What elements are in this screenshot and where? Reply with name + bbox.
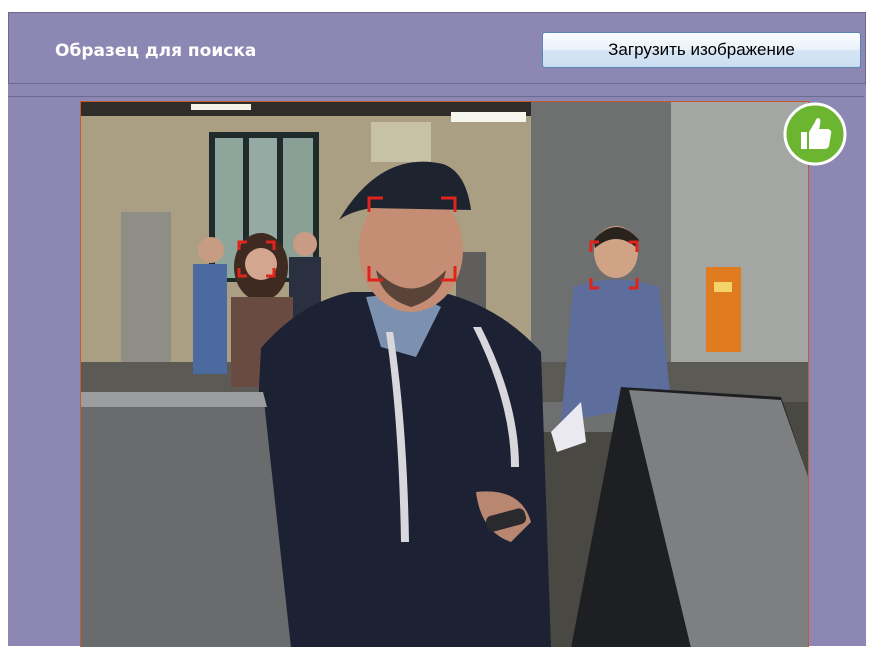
thumbs-up-icon	[783, 102, 847, 166]
upload-image-button[interactable]: Загрузить изображение	[542, 32, 861, 68]
photo-scene	[81, 102, 808, 647]
image-preview-area	[8, 96, 864, 647]
panel-title: Образец для поиска	[55, 41, 257, 61]
sample-photo	[80, 101, 809, 647]
search-sample-panel: Образец для поиска Загрузить изображение	[8, 12, 866, 647]
panel-header: Образец для поиска Загрузить изображение	[8, 12, 866, 84]
